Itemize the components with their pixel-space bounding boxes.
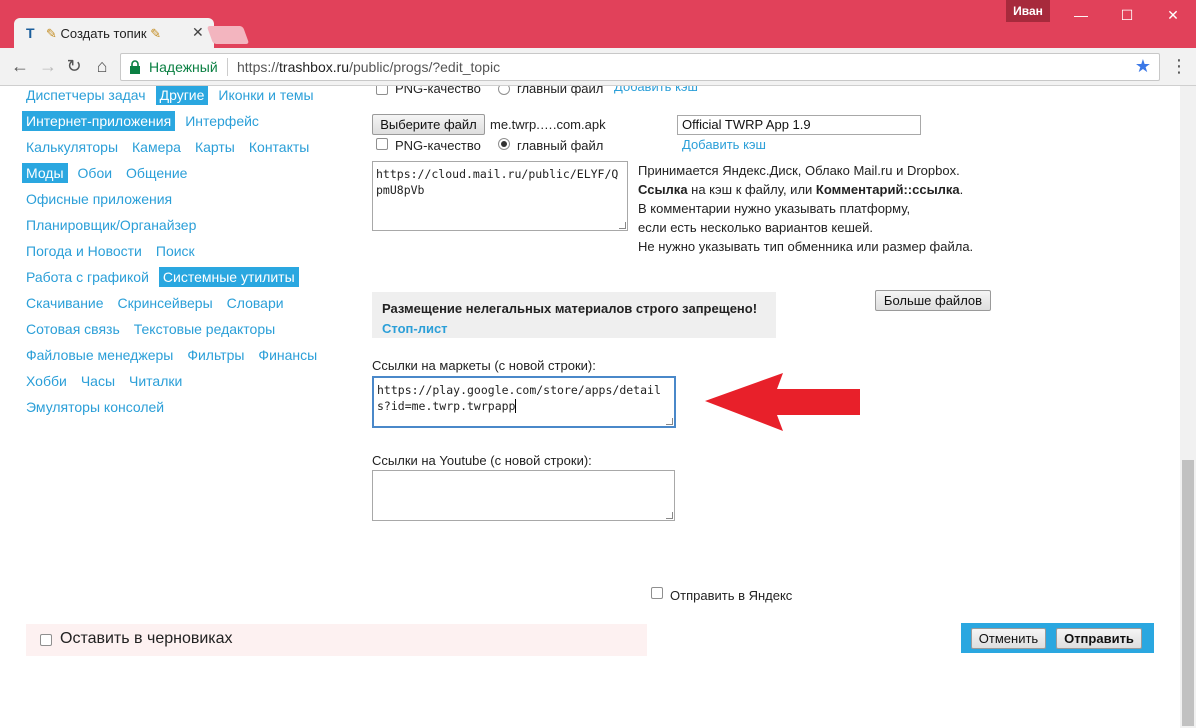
category-link[interactable]: Фильтры <box>183 345 248 365</box>
cancel-button[interactable]: Отменить <box>971 628 1046 649</box>
send-yandex-label: Отправить в Яндекс <box>670 588 793 603</box>
secure-label: Надежный <box>149 59 218 75</box>
bookmark-star-icon[interactable]: ★ <box>1135 56 1151 77</box>
red-arrow-annotation <box>705 373 860 431</box>
cache-hint-line: Ссылка на кэш к файлу, или Комментарий::… <box>638 182 964 197</box>
browser-titlebar: T ✎ Создать топик ✎ ✕ Иван — ☐ ✕ <box>0 0 1196 48</box>
resize-handle-icon[interactable] <box>666 512 673 519</box>
pencil-icon: ✎ <box>150 26 162 41</box>
category-link[interactable]: Моды <box>22 163 68 183</box>
new-tab-button[interactable] <box>206 26 250 44</box>
draft-checkbox[interactable] <box>40 634 52 646</box>
resize-handle-icon[interactable] <box>619 222 626 229</box>
main-file-label: главный файл <box>517 138 604 153</box>
menu-icon[interactable]: ⋮ <box>1170 56 1188 77</box>
draft-label: Оставить в черновиках <box>60 630 233 647</box>
url-text: https://trashbox.ru/public/progs/?edit_t… <box>237 59 501 75</box>
category-link[interactable]: Эмуляторы консолей <box>22 397 168 417</box>
pencil-icon: ✎ <box>46 26 57 41</box>
forward-arrow-icon[interactable]: → <box>36 54 60 78</box>
category-link[interactable]: Диспетчеры задач <box>22 86 150 105</box>
tab-create-topic[interactable]: T ✎ Создать топик ✎ ✕ <box>14 18 214 48</box>
resize-handle-icon[interactable] <box>666 418 673 425</box>
category-link[interactable]: Контакты <box>245 137 313 157</box>
markets-label: Ссылки на маркеты (с новой строки): <box>372 358 596 373</box>
category-link[interactable]: Интернет-приложения <box>22 111 176 131</box>
profile-button[interactable]: Иван <box>1006 0 1050 22</box>
png-quality-checkbox[interactable] <box>376 86 388 95</box>
back-arrow-icon[interactable]: ← <box>8 54 32 78</box>
add-cache-link[interactable]: Добавить кэш <box>614 86 698 94</box>
action-bar: Отменить Отправить <box>961 623 1154 653</box>
legal-warning-box: Размещение нелегальных материалов строго… <box>372 292 776 338</box>
category-link[interactable]: Файловые менеджеры <box>22 345 177 365</box>
main-file-radio[interactable] <box>498 86 510 95</box>
file-name: me.twrp.….com.apk <box>490 117 606 132</box>
category-link[interactable]: Карты <box>191 137 239 157</box>
cache-hint-line: если есть несколько вариантов кешей. <box>638 220 874 235</box>
draft-box: Оставить в черновиках <box>26 624 647 656</box>
category-link[interactable]: Работа с графикой <box>22 267 153 287</box>
category-link[interactable]: Системные утилиты <box>158 267 299 287</box>
category-link[interactable]: Текстовые редакторы <box>130 319 279 339</box>
maximize-icon[interactable]: ☐ <box>1104 0 1150 30</box>
address-bar[interactable]: Надежный https://trashbox.ru/public/prog… <box>120 53 1160 81</box>
tab-title: Создать топик <box>60 26 147 41</box>
category-link[interactable]: Читалки <box>125 371 186 391</box>
more-files-button[interactable]: Больше файлов <box>875 290 991 311</box>
category-link[interactable]: Погода и Новости <box>22 241 146 261</box>
cache-hint-line: Принимается Яндекс.Диск, Облако Mail.ru … <box>638 163 960 178</box>
submit-button[interactable]: Отправить <box>1056 628 1142 649</box>
png-quality-checkbox[interactable] <box>376 138 388 150</box>
category-link[interactable]: Хобби <box>22 371 71 391</box>
category-link[interactable]: Словари <box>223 293 288 313</box>
legal-warning-text: Размещение нелегальных материалов строго… <box>382 301 758 316</box>
choose-file-button[interactable]: Выберите файл <box>372 114 485 135</box>
category-link[interactable]: Другие <box>155 86 209 105</box>
youtube-label: Ссылки на Youtube (с новой строки): <box>372 453 592 468</box>
category-link[interactable]: Скачивание <box>22 293 108 313</box>
add-cache-link[interactable]: Добавить кэш <box>682 137 766 152</box>
category-link[interactable]: Скринсейверы <box>114 293 217 313</box>
category-link[interactable]: Камера <box>128 137 185 157</box>
category-link[interactable]: Офисные приложения <box>22 189 176 209</box>
markets-textarea[interactable]: https://play.google.com/store/apps/detai… <box>372 376 676 428</box>
reload-icon[interactable]: ↻ <box>62 54 86 78</box>
category-link[interactable]: Общение <box>122 163 191 183</box>
category-link[interactable]: Поиск <box>152 241 199 261</box>
scrollbar-thumb[interactable] <box>1182 460 1194 726</box>
category-link[interactable]: Финансы <box>254 345 321 365</box>
lock-icon <box>130 60 140 74</box>
youtube-textarea[interactable] <box>372 470 675 521</box>
main-file-radio[interactable] <box>498 138 510 150</box>
cache-link-textarea[interactable]: https://cloud.mail.ru/public/ELYF/QpmU8p… <box>372 161 628 231</box>
main-file-label: главный файл <box>517 86 604 96</box>
file-title-input[interactable]: Official TWRP App 1.9 <box>677 115 921 135</box>
png-quality-label: PNG-качество <box>395 138 481 153</box>
stop-list-link[interactable]: Стоп-лист <box>382 321 448 336</box>
category-link[interactable]: Обои <box>74 163 117 183</box>
category-link[interactable]: Интерфейс <box>181 111 263 131</box>
tab-close-icon[interactable]: ✕ <box>192 24 204 41</box>
browser-toolbar: ← → ↻ ⌂ Надежный https://trashbox.ru/pub… <box>0 48 1196 86</box>
png-quality-label: PNG-качество <box>395 86 481 96</box>
site-favicon-icon: T <box>26 25 35 41</box>
send-yandex-checkbox[interactable] <box>651 587 663 599</box>
vertical-scrollbar[interactable] <box>1180 86 1196 728</box>
home-icon[interactable]: ⌂ <box>90 54 114 78</box>
category-link[interactable]: Калькуляторы <box>22 137 122 157</box>
category-link[interactable]: Часы <box>77 371 119 391</box>
page-content: Диспетчеры задач Другие Иконки и темы Интер… <box>0 86 1180 728</box>
category-link[interactable]: Иконки и темы <box>214 86 317 105</box>
cache-hint-line: В комментарии нужно указывать платформу, <box>638 201 911 216</box>
cache-hint-line: Не нужно указывать тип обменника или раз… <box>638 239 974 254</box>
category-link[interactable]: Сотовая связь <box>22 319 124 339</box>
close-window-icon[interactable]: ✕ <box>1150 0 1196 30</box>
category-link[interactable]: Планировщик/Органайзер <box>22 215 200 235</box>
minimize-icon[interactable]: — <box>1058 0 1104 30</box>
